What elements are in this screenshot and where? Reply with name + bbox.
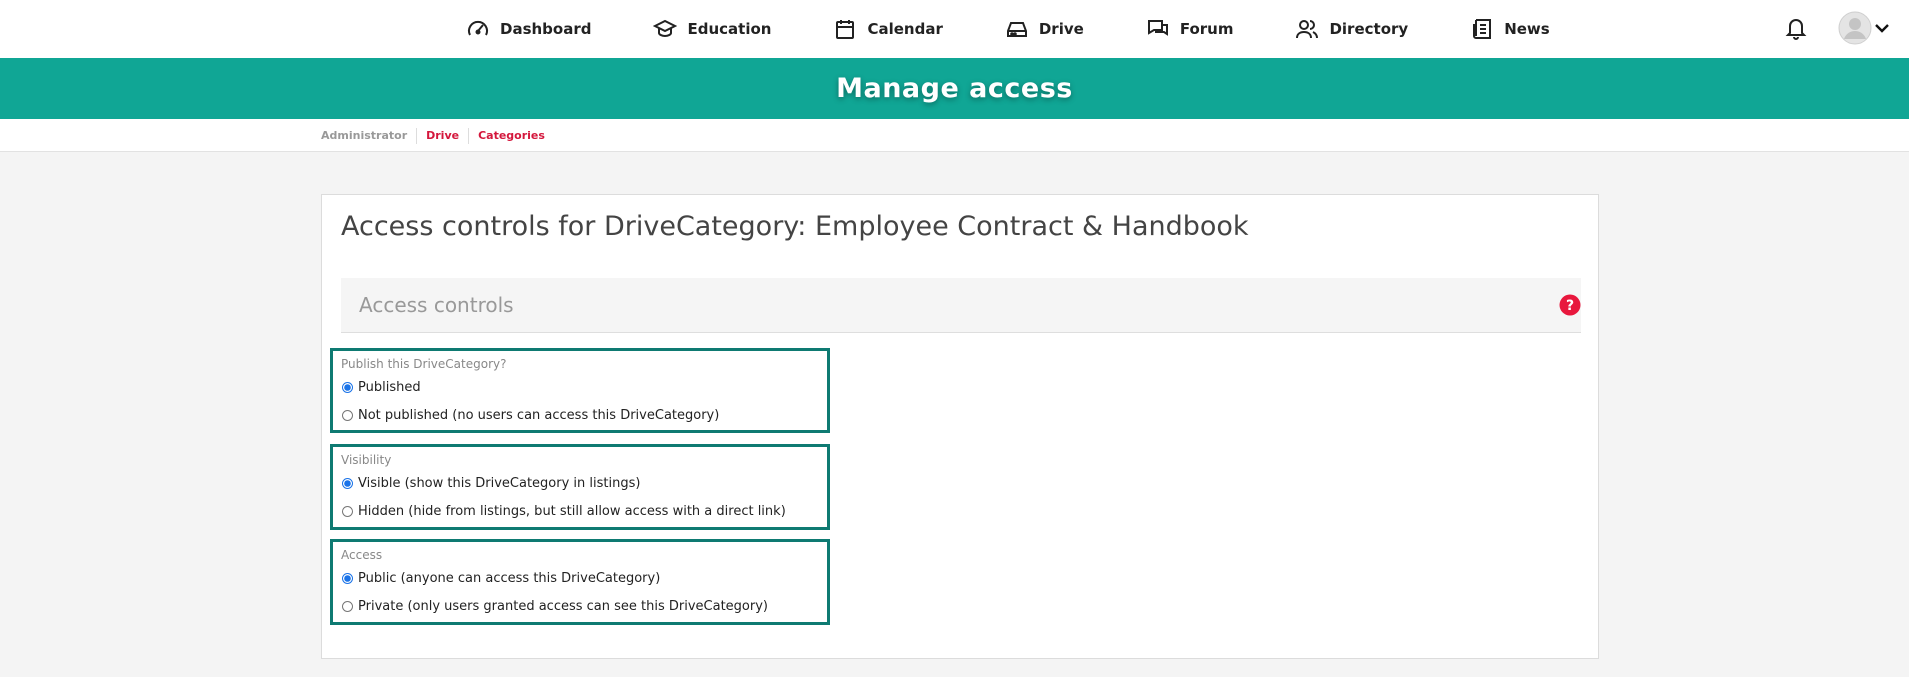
public-radio[interactable] xyxy=(342,572,353,584)
visibility-option-hidden[interactable]: Hidden (hide from listings, but still al… xyxy=(341,500,819,522)
top-navbar: Dashboard Education Calendar Drive Forum… xyxy=(0,0,1909,58)
nav-label: Dashboard xyxy=(500,20,592,38)
option-label: Not published (no users can access this … xyxy=(358,407,720,423)
breadcrumb-item-administrator: Administrator xyxy=(321,128,408,142)
publish-group: Publish this DriveCategory? Published No… xyxy=(330,348,830,433)
nav-item-news[interactable]: News xyxy=(1470,0,1550,58)
hidden-radio[interactable] xyxy=(342,505,353,517)
calendar-icon xyxy=(836,20,855,39)
access-label: Access xyxy=(341,548,383,562)
nav-item-calendar[interactable]: Calendar xyxy=(833,0,943,58)
visibility-label: Visibility xyxy=(341,453,392,467)
svg-text:?: ? xyxy=(1566,298,1574,314)
avatar-icon xyxy=(1838,11,1872,45)
access-option-private[interactable]: Private (only users granted access can s… xyxy=(341,595,819,617)
chat-icon xyxy=(1147,20,1168,36)
breadcrumb-item-categories[interactable]: Categories xyxy=(468,127,554,144)
access-controls-card: Access controls for DriveCategory: Emplo… xyxy=(321,194,1599,659)
not-published-radio[interactable] xyxy=(342,409,353,421)
section-header: Access controls ? xyxy=(341,278,1581,333)
nav-item-education[interactable]: Education xyxy=(653,0,771,58)
help-icon[interactable]: ? xyxy=(1559,294,1581,316)
page-title: Manage access xyxy=(836,73,1073,104)
nav-label: Forum xyxy=(1179,20,1234,38)
access-option-public[interactable]: Public (anyone can access this DriveCate… xyxy=(341,567,819,589)
publish-option-published[interactable]: Published xyxy=(341,376,819,398)
nav-label: Calendar xyxy=(867,20,943,38)
nav-label: News xyxy=(1504,20,1550,38)
access-group: Access Public (anyone can access this Dr… xyxy=(330,539,830,625)
option-label: Published xyxy=(358,379,421,395)
nav-item-drive[interactable]: Drive xyxy=(1005,0,1084,58)
nav-label: Education xyxy=(687,20,772,38)
gauge-icon xyxy=(468,20,488,36)
option-label: Private (only users granted access can s… xyxy=(358,598,768,614)
main-nav: Dashboard Education Calendar Drive Forum… xyxy=(466,0,1550,58)
breadcrumb: Administrator Drive Categories xyxy=(321,119,554,152)
publish-label: Publish this DriveCategory? xyxy=(341,357,507,371)
card-title: Access controls for DriveCategory: Emplo… xyxy=(341,211,1249,242)
breadcrumb-bar: Administrator Drive Categories xyxy=(0,119,1909,152)
drive-icon xyxy=(1006,22,1027,37)
private-radio[interactable] xyxy=(342,600,353,612)
people-icon xyxy=(1296,20,1319,39)
nav-label: Directory xyxy=(1329,20,1409,38)
option-label: Visible (show this DriveCategory in list… xyxy=(358,475,641,491)
published-radio[interactable] xyxy=(342,381,353,393)
graduation-cap-icon xyxy=(653,19,678,38)
option-label: Public (anyone can access this DriveCate… xyxy=(358,570,661,586)
user-menu[interactable] xyxy=(1838,11,1890,45)
visible-radio[interactable] xyxy=(342,477,353,489)
visibility-group: Visibility Visible (show this DriveCateg… xyxy=(330,444,830,530)
option-label: Hidden (hide from listings, but still al… xyxy=(358,503,786,519)
nav-item-dashboard[interactable]: Dashboard xyxy=(466,0,591,58)
bell-icon[interactable] xyxy=(1784,15,1808,41)
section-label: Access controls xyxy=(359,293,514,317)
news-icon xyxy=(1473,19,1492,39)
chevron-down-icon xyxy=(1875,24,1889,33)
breadcrumb-item-drive[interactable]: Drive xyxy=(416,127,468,144)
nav-label: Drive xyxy=(1038,20,1084,38)
page-banner: Manage access xyxy=(0,58,1909,119)
visibility-option-visible[interactable]: Visible (show this DriveCategory in list… xyxy=(341,472,819,494)
publish-option-not-published[interactable]: Not published (no users can access this … xyxy=(341,404,819,426)
nav-item-directory[interactable]: Directory xyxy=(1295,0,1408,58)
nav-item-forum[interactable]: Forum xyxy=(1146,0,1234,58)
